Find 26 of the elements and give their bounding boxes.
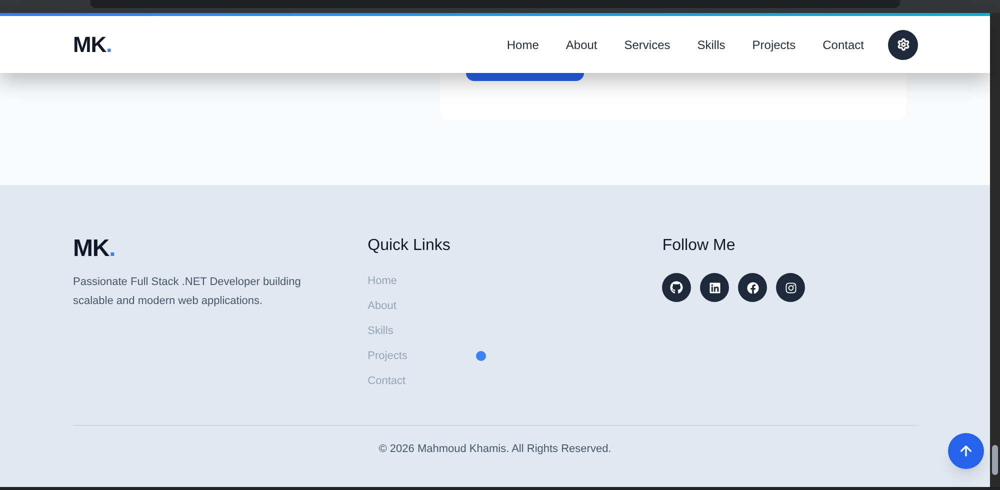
nav-link[interactable]: Services — [624, 36, 670, 54]
copyright-text: © 2026 Mahmoud Khamis. All Rights Reserved. — [378, 442, 612, 457]
nav-link[interactable]: Home — [506, 36, 539, 54]
scrollbar[interactable] — [990, 13, 1000, 487]
logo[interactable]: MK. — [73, 28, 112, 61]
nav-link[interactable]: Contact — [822, 36, 864, 54]
footer-logo: MK. — [73, 237, 116, 261]
scrollbar-thumb[interactable] — [992, 445, 998, 475]
github-icon — [670, 281, 684, 294]
social-button[interactable] — [700, 273, 730, 302]
quick-links-title: Quick Links — [368, 238, 452, 254]
arrow-up-icon — [958, 443, 974, 459]
follow-title: Follow Me — [662, 238, 736, 254]
instagram-icon — [784, 282, 797, 294]
action-button[interactable] — [466, 73, 584, 81]
nav-link[interactable]: Skills — [697, 36, 726, 54]
settings-icon — [896, 38, 910, 51]
linkedin-icon — [708, 282, 721, 294]
nav-link[interactable]: Projects — [752, 36, 796, 54]
settings-button[interactable] — [888, 30, 918, 60]
footer-description: Passionate Full Stack .NET Developer building scalable and modern web applications. — [73, 275, 302, 309]
social-button[interactable] — [776, 273, 806, 302]
social-button[interactable] — [662, 273, 692, 302]
nav-link[interactable]: About — [566, 36, 598, 54]
social-button[interactable] — [738, 273, 768, 302]
facebook-icon — [746, 282, 759, 294]
